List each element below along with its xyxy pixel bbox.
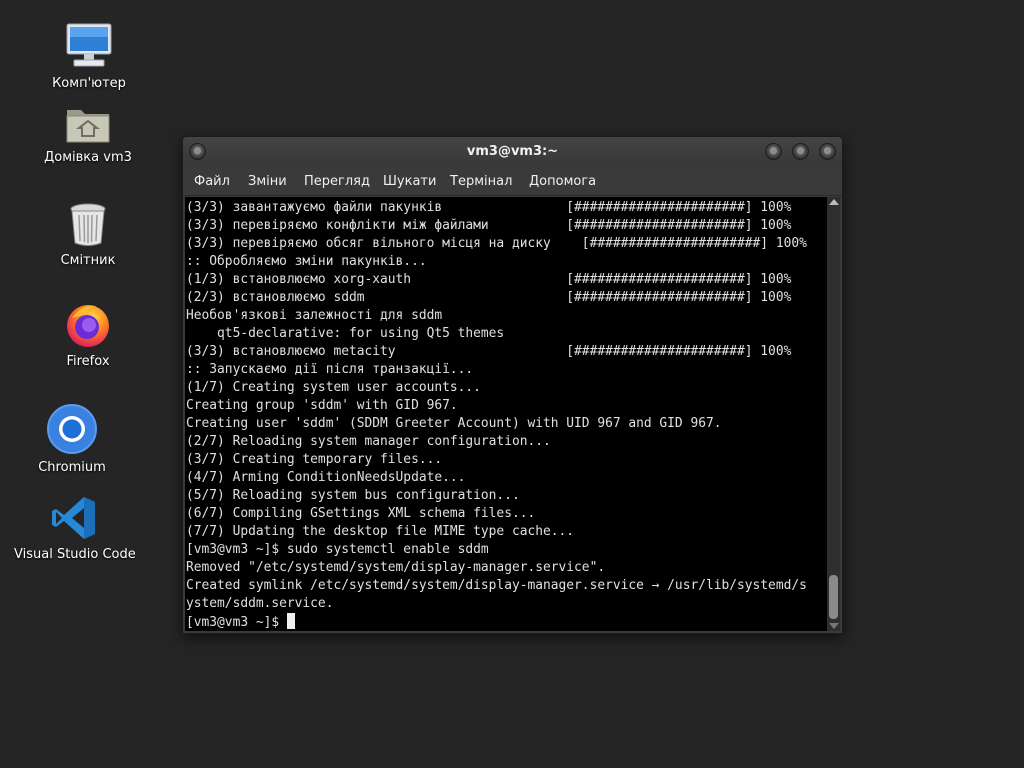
text-cursor xyxy=(286,613,295,629)
menu-bar: Файл Зміни Перегляд Шукати Термінал Допо… xyxy=(183,167,842,196)
terminal-line: qt5-declarative: for using Qt5 themes xyxy=(186,326,505,341)
minimize-button[interactable] xyxy=(765,143,782,160)
desktop-icon-label: Visual Studio Code xyxy=(14,547,136,562)
home-folder-icon xyxy=(66,110,110,143)
desktop-icon-label: Домівка vm3 xyxy=(44,150,132,165)
desktop-icon-home[interactable]: Домівка vm3 xyxy=(43,104,133,165)
menu-terminal[interactable]: Термінал xyxy=(450,174,512,189)
desktop-icon-firefox[interactable]: Firefox xyxy=(43,300,133,369)
terminal-text: (3/3) завантажуємо файли пакунків [#####… xyxy=(185,197,827,631)
scroll-down-arrow-icon[interactable] xyxy=(829,623,839,629)
terminal-prompt: [vm3@vm3 ~]$ xyxy=(186,615,287,630)
desktop-icon-vscode[interactable]: Visual Studio Code xyxy=(14,495,136,562)
terminal-line: :: Обробляємо зміни пакунків... xyxy=(186,254,427,269)
terminal-line: ystem/sddm.service. xyxy=(186,596,334,611)
window-title: vm3@vm3:~ xyxy=(466,144,559,159)
terminal-line: (3/3) завантажуємо файли пакунків [#####… xyxy=(186,200,792,215)
terminal-line: Creating user 'sddm' (SDDM Greeter Accou… xyxy=(186,416,722,431)
terminal-window[interactable]: vm3@vm3:~ Файл Зміни Перегляд Шукати Тер… xyxy=(182,136,843,634)
vscode-icon xyxy=(52,497,95,539)
terminal-line: (3/7) Creating temporary files... xyxy=(186,452,443,467)
desktop-icon-computer[interactable]: Комп'ютер xyxy=(44,22,134,91)
terminal-line: (7/7) Updating the desktop file MIME typ… xyxy=(186,524,575,539)
desktop-icon-label: Комп'ютер xyxy=(52,76,126,91)
terminal-line: Необов'язкові залежності для sddm xyxy=(186,308,443,323)
scrollbar-thumb[interactable] xyxy=(829,575,838,619)
menu-help[interactable]: Допомога xyxy=(529,174,596,189)
trash-icon xyxy=(70,203,106,246)
maximize-button[interactable] xyxy=(792,143,809,160)
terminal-scrollbar[interactable] xyxy=(827,197,840,631)
terminal-output[interactable]: (3/3) завантажуємо файли пакунків [#####… xyxy=(185,197,827,631)
menu-file[interactable]: Файл xyxy=(194,174,230,189)
terminal-line: (4/7) Arming ConditionNeedsUpdate... xyxy=(186,470,466,485)
terminal-line: (3/3) перевіряємо конфлікти між файлами … xyxy=(186,218,792,233)
terminal-line: (3/3) встановлюємо metacity [###########… xyxy=(186,344,792,359)
terminal-line: (5/7) Reloading system bus configuration… xyxy=(186,488,520,503)
terminal-line: (1/7) Creating system user accounts... xyxy=(186,380,481,395)
computer-icon xyxy=(66,23,112,67)
terminal-line: Created symlink /etc/systemd/system/disp… xyxy=(186,578,807,593)
terminal-line: Creating group 'sddm' with GID 967. xyxy=(186,398,458,413)
terminal-line: [vm3@vm3 ~]$ sudo systemctl enable sddm xyxy=(186,542,489,557)
desktop-icon-chromium[interactable]: Chromium xyxy=(27,404,117,475)
window-titlebar[interactable]: vm3@vm3:~ xyxy=(183,137,842,167)
desktop-icon-label: Смітник xyxy=(60,253,116,268)
terminal-line: Removed "/etc/systemd/system/display-man… xyxy=(186,560,606,575)
firefox-icon xyxy=(67,305,109,347)
terminal-line: (2/3) встановлюємо sddm [###############… xyxy=(186,290,792,305)
menu-search[interactable]: Шукати xyxy=(383,174,436,189)
menu-view[interactable]: Перегляд xyxy=(304,174,370,189)
terminal-line: (1/3) встановлюємо xorg-xauth [#########… xyxy=(186,272,792,287)
terminal-line: :: Запускаємо дії після транзакції... xyxy=(186,362,474,377)
chromium-icon xyxy=(47,404,97,454)
desktop-icon-trash[interactable]: Смітник xyxy=(43,203,133,268)
terminal-line: (6/7) Compiling GSettings XML schema fil… xyxy=(186,506,536,521)
scroll-up-arrow-icon[interactable] xyxy=(829,199,839,205)
desktop-icon-label: Chromium xyxy=(38,460,106,475)
menu-edit[interactable]: Зміни xyxy=(248,174,287,189)
terminal-line: (3/3) перевіряємо обсяг вільного місця н… xyxy=(186,236,807,251)
terminal-line: (2/7) Reloading system manager configura… xyxy=(186,434,551,449)
close-button[interactable] xyxy=(819,143,836,160)
desktop-icon-label: Firefox xyxy=(66,354,110,369)
